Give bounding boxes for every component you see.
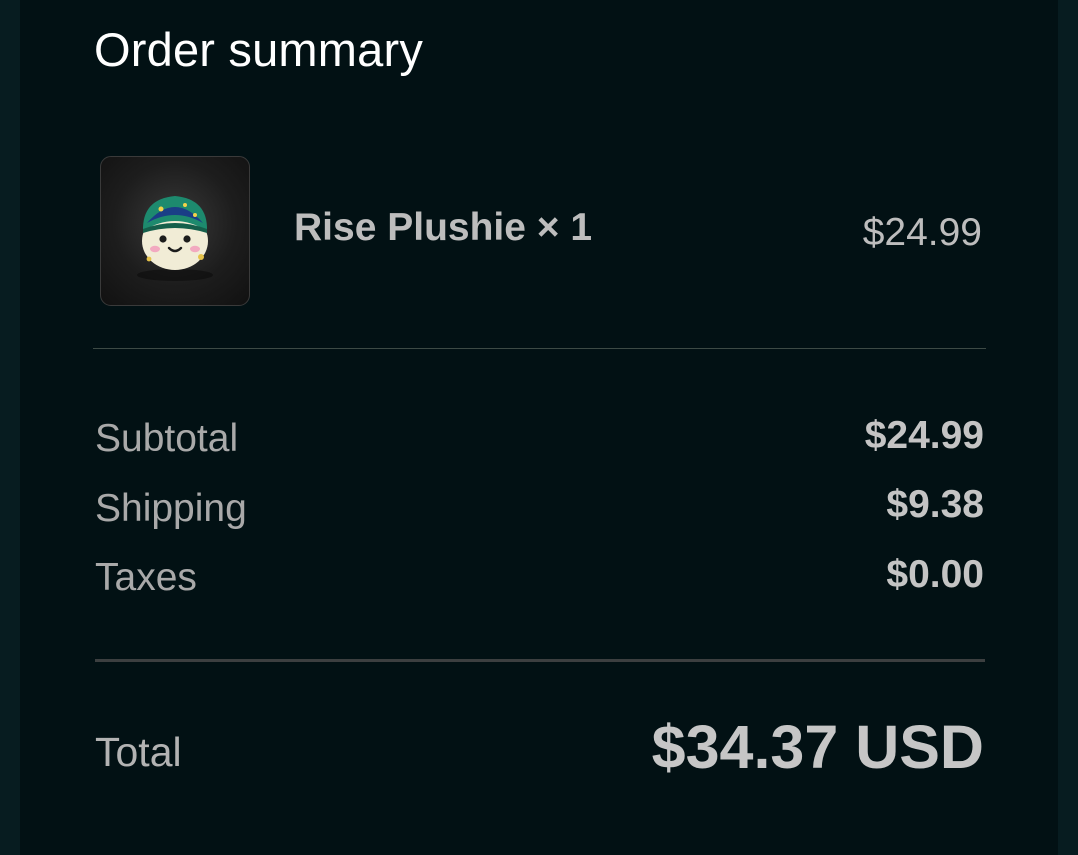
shipping-label: Shipping (95, 487, 247, 530)
right-edge (1058, 0, 1078, 855)
total-value: $34.37 USD (651, 713, 984, 781)
taxes-value: $0.00 (886, 553, 984, 596)
subtotal-label: Subtotal (95, 417, 239, 460)
item-name: Rise Plushie × 1 (294, 206, 593, 249)
shipping-value: $9.38 (886, 483, 984, 526)
plushie-image (137, 196, 213, 281)
item-price: $24.99 (862, 211, 982, 254)
left-edge (0, 0, 20, 855)
taxes-label: Taxes (95, 556, 197, 599)
subtotal-value: $24.99 (864, 414, 984, 457)
checkout-page: Order summary Rise Plushie × 1 $24.99 Su… (0, 0, 1078, 855)
totals-divider (95, 659, 985, 662)
items-divider (93, 348, 986, 349)
product-thumbnail (100, 156, 250, 306)
order-summary-title: Order summary (94, 23, 424, 76)
total-label: Total (95, 729, 182, 775)
